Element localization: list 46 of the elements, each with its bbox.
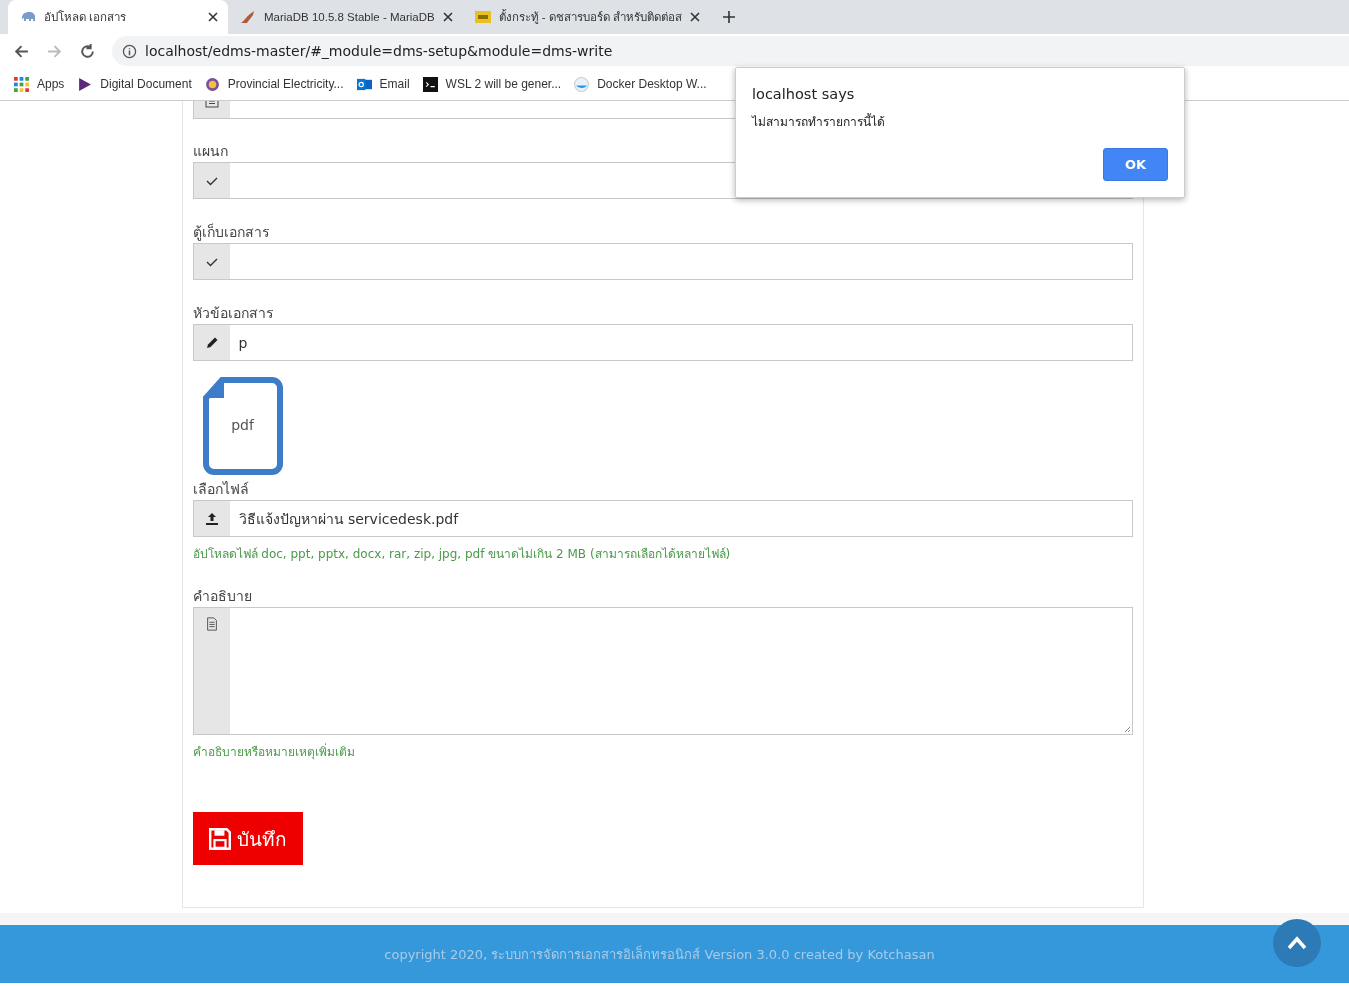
copyright-text: copyright 2020, ระบบการจัดการเอกสารอิเล็กทรอนิกส์ Version 3.0.0 created by Kotchasan bbox=[384, 944, 935, 964]
bookmark[interactable]: Digital Document bbox=[77, 76, 192, 92]
help-text: อัปโหลดไฟล์ doc, ppt, pptx, docx, rar, zip, jpg, pdf ขนาดไม่เกิน 2 MB (สามารถเลือกได้หลายไฟล์) bbox=[192, 546, 732, 563]
help-text: คำอธิบายหรือหมายเหตุเพิ่มเติม bbox=[192, 742, 356, 761]
browser-tab[interactable]: MariaDB 10.5.8 Stable - MariaDB bbox=[228, 0, 463, 34]
field-label: คำอธิบาย bbox=[192, 587, 253, 606]
dialog-title: localhost says bbox=[752, 86, 856, 102]
bookmark[interactable]: Docker Desktop W... bbox=[574, 76, 707, 92]
badge-icon bbox=[474, 9, 491, 25]
bookmark[interactable]: WSL 2 will be gener... bbox=[422, 76, 562, 92]
file-preview-icon: pdf bbox=[201, 376, 284, 476]
reload-icon[interactable] bbox=[79, 42, 96, 60]
save-button[interactable]: บันทึก bbox=[192, 812, 303, 865]
upload-icon bbox=[204, 511, 219, 526]
bookmark[interactable]: Provincial Electricity... bbox=[204, 76, 344, 92]
textarea-field[interactable] bbox=[192, 607, 1133, 735]
document-icon bbox=[204, 617, 219, 631]
apps-grid-icon bbox=[14, 76, 29, 92]
resize-grip-icon[interactable] bbox=[1122, 725, 1131, 733]
emblem-icon bbox=[204, 76, 220, 92]
dialog-message: ไม่สามารถทำรายการนี้ได้ bbox=[752, 112, 886, 131]
browser-tab[interactable]: ตั้งกระทู้ - ดชสารบอร์ด สำหรับติดต่อส bbox=[462, 0, 711, 34]
terminal-icon bbox=[422, 76, 438, 92]
text-field[interactable]: p bbox=[192, 324, 1133, 361]
field-label: แผนก bbox=[192, 142, 229, 161]
new-tab-icon[interactable] bbox=[722, 10, 737, 24]
field-label: ตู้เก็บเอกสาร bbox=[192, 222, 271, 243]
scroll-top-button[interactable] bbox=[1273, 919, 1321, 967]
select-field[interactable] bbox=[192, 243, 1133, 280]
info-icon bbox=[122, 43, 137, 59]
mail-icon bbox=[356, 76, 372, 92]
field-label: เลือกไฟล์ bbox=[192, 480, 250, 499]
close-icon[interactable] bbox=[690, 12, 701, 22]
play-icon bbox=[77, 76, 93, 92]
bookmark[interactable]: Apps bbox=[14, 76, 65, 92]
address-bar[interactable]: localhost/edms-master/#_module=dms-setup&module=dms-write bbox=[112, 36, 1349, 66]
ok-button[interactable]: OK bbox=[1103, 148, 1168, 181]
pencil-icon bbox=[204, 335, 219, 350]
file-field[interactable]: วิธีแจ้งปัญหาผ่าน servicedesk.pdf bbox=[192, 500, 1133, 537]
caret-up-icon bbox=[1287, 936, 1307, 950]
browser-tab[interactable]: อัปโหลด เอกสาร bbox=[8, 0, 228, 34]
field-label: หัวข้อเอกสาร bbox=[192, 304, 275, 323]
bookmark[interactable]: Email bbox=[356, 76, 410, 92]
close-icon[interactable] bbox=[208, 12, 218, 22]
close-icon[interactable] bbox=[442, 12, 453, 22]
save-icon bbox=[208, 827, 231, 850]
